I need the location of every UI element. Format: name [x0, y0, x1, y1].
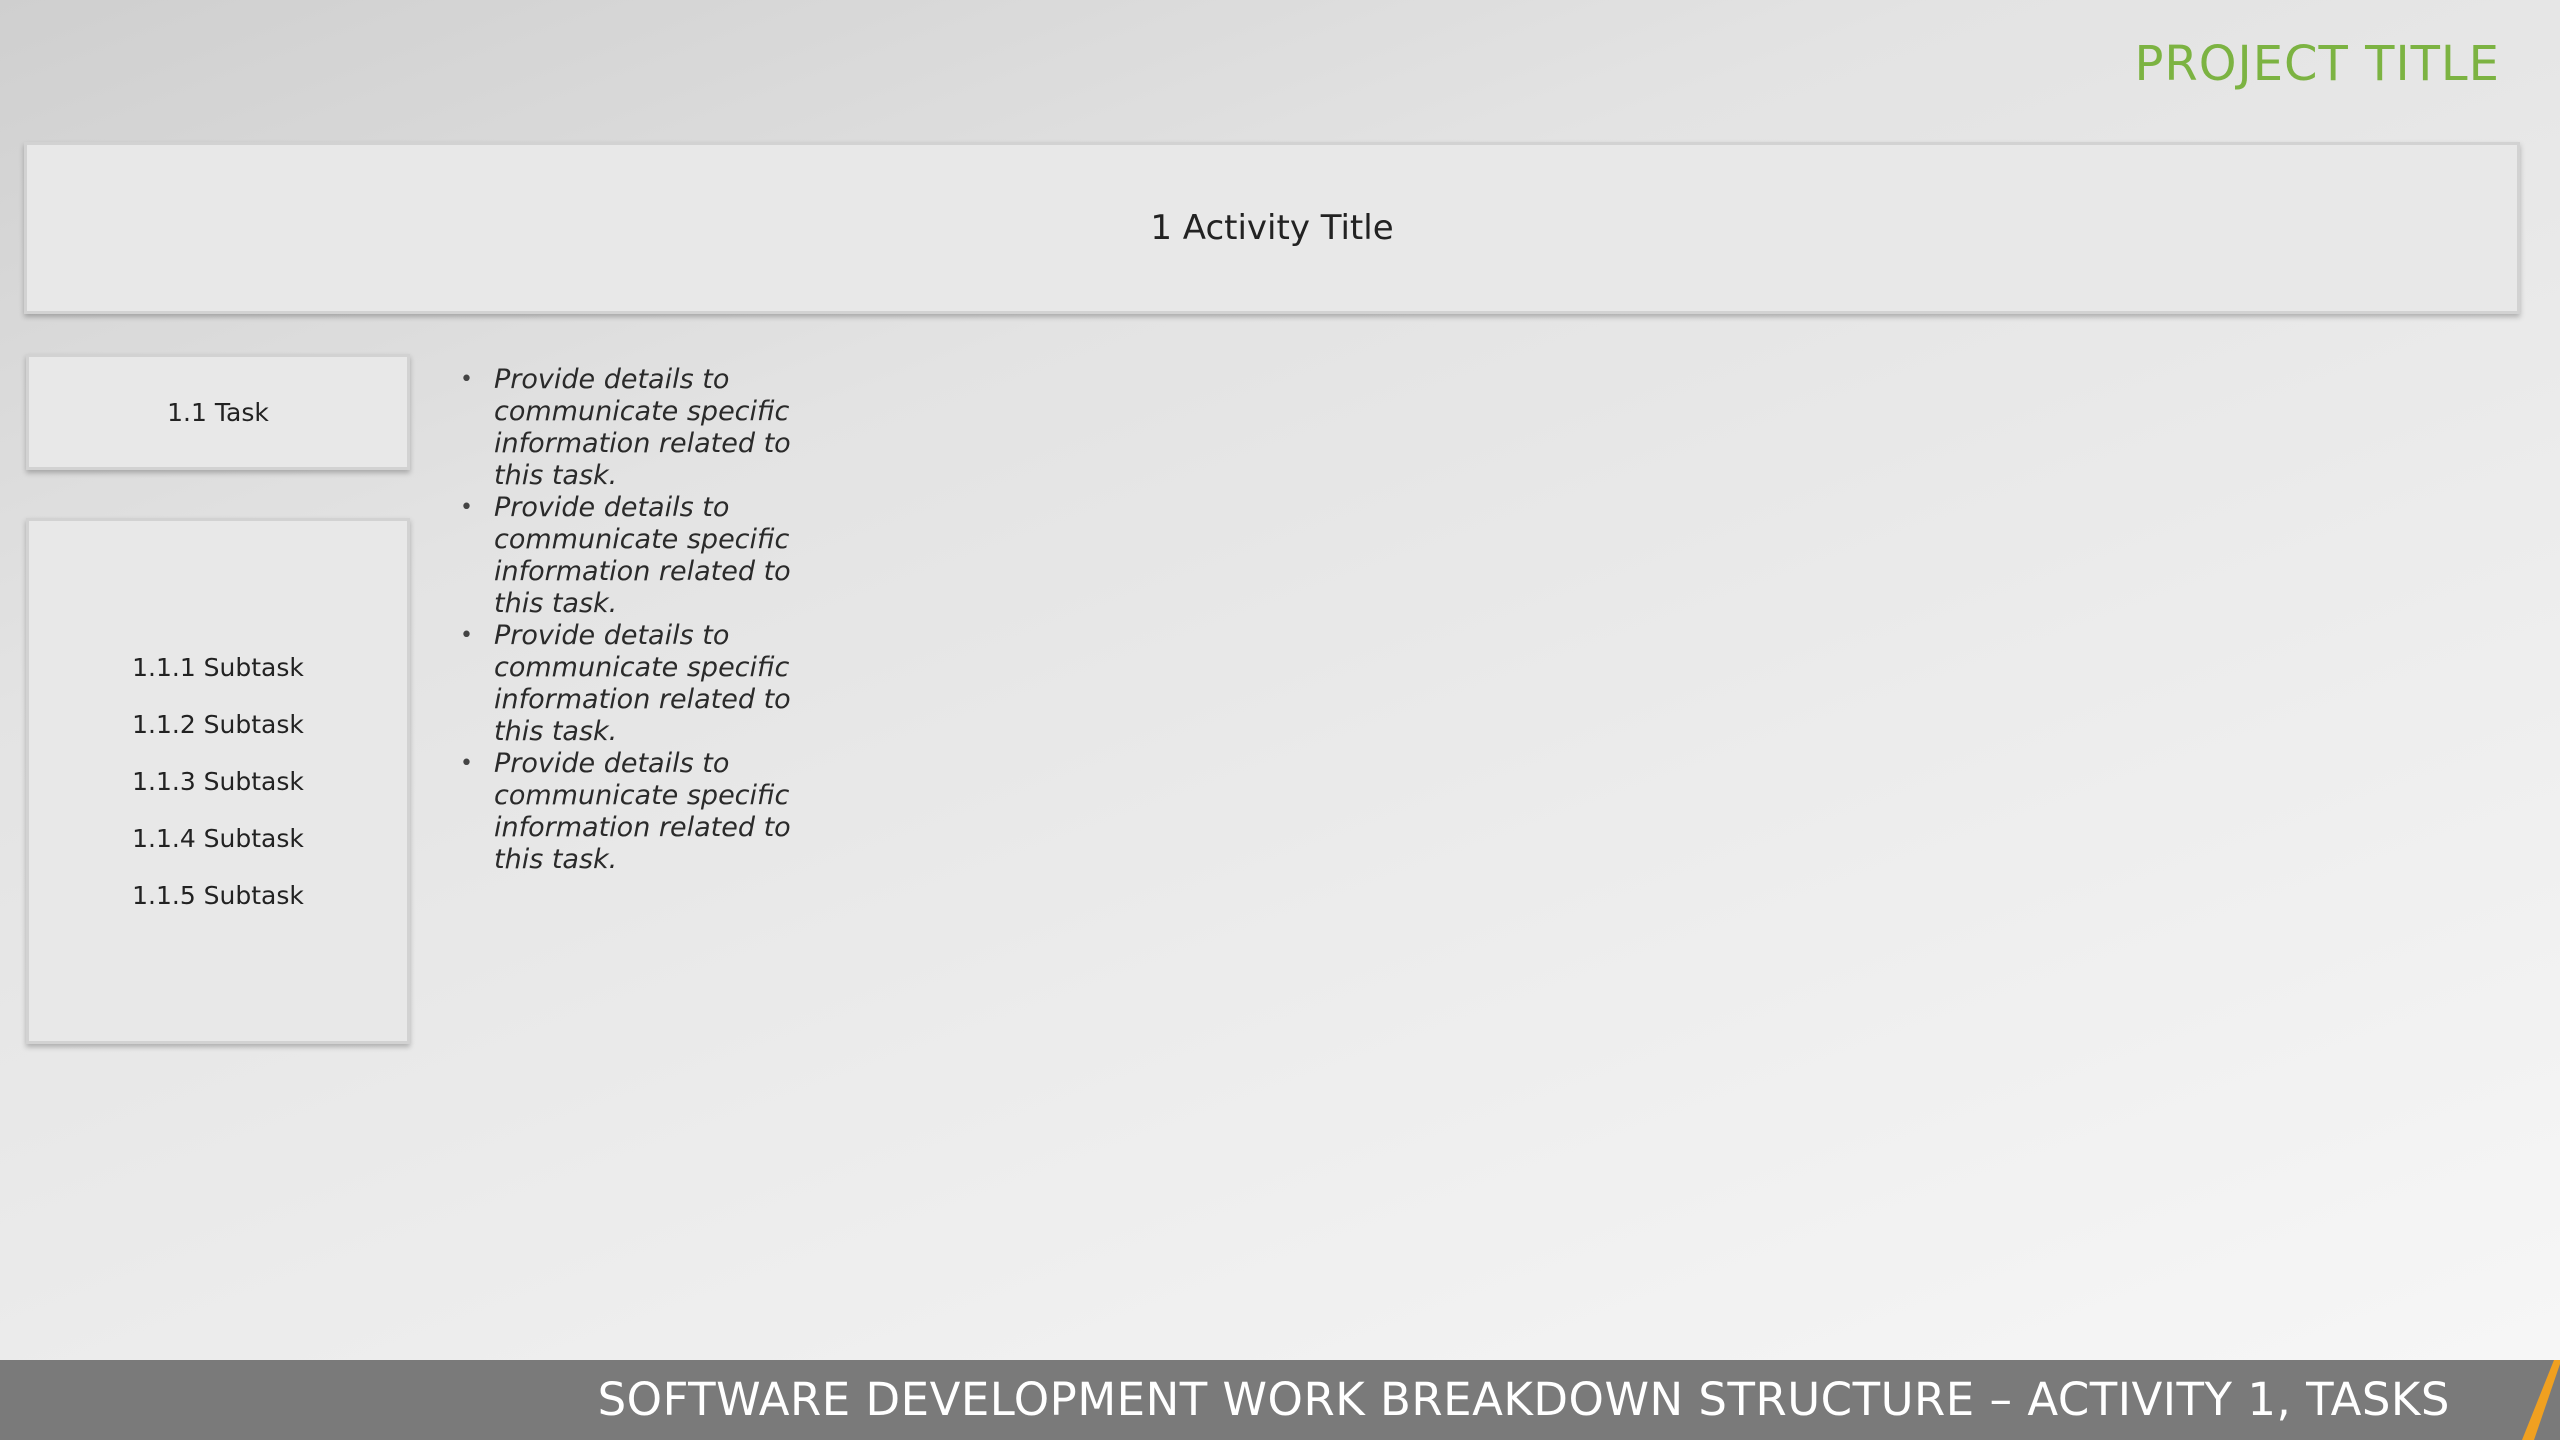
detail-text: Provide details to communicate specific …	[494, 620, 791, 747]
slide: PROJECT TITLE 1 Activity Title 1.1 Task …	[0, 0, 2560, 1440]
subtask-item: 1.1.2 Subtask	[132, 709, 304, 739]
bullet-icon: •	[460, 367, 473, 392]
detail-text: Provide details to communicate specific …	[494, 748, 791, 875]
footer-title: SOFTWARE DEVELOPMENT WORK BREAKDOWN STRU…	[597, 1373, 2450, 1426]
subtask-item: 1.1.4 Subtask	[132, 823, 304, 853]
project-title: PROJECT TITLE	[2134, 36, 2500, 92]
accent-stripe-icon	[2522, 1360, 2560, 1440]
task-box: 1.1 Task	[26, 354, 410, 470]
bullet-icon: •	[460, 495, 473, 520]
detail-text: Provide details to communicate specific …	[494, 364, 791, 491]
activity-title: 1 Activity Title	[1150, 208, 1394, 248]
subtask-item: 1.1.3 Subtask	[132, 766, 304, 796]
detail-item: • Provide details to communicate specific…	[456, 492, 816, 620]
task-label: 1.1 Task	[167, 397, 269, 427]
detail-item: • Provide details to communicate specific…	[456, 364, 816, 492]
detail-item: • Provide details to communicate specific…	[456, 620, 816, 748]
bullet-icon: •	[460, 623, 473, 648]
subtask-item: 1.1.5 Subtask	[132, 880, 304, 910]
detail-item: • Provide details to communicate specific…	[456, 748, 816, 876]
subtask-item: 1.1.1 Subtask	[132, 652, 304, 682]
footer-bar: SOFTWARE DEVELOPMENT WORK BREAKDOWN STRU…	[0, 1360, 2560, 1440]
activity-title-box: 1 Activity Title	[24, 142, 2520, 314]
detail-text: Provide details to communicate specific …	[494, 492, 791, 619]
subtask-box: 1.1.1 Subtask 1.1.2 Subtask 1.1.3 Subtas…	[26, 518, 410, 1044]
bullet-icon: •	[460, 751, 473, 776]
task-details-list: • Provide details to communicate specific…	[456, 364, 816, 876]
